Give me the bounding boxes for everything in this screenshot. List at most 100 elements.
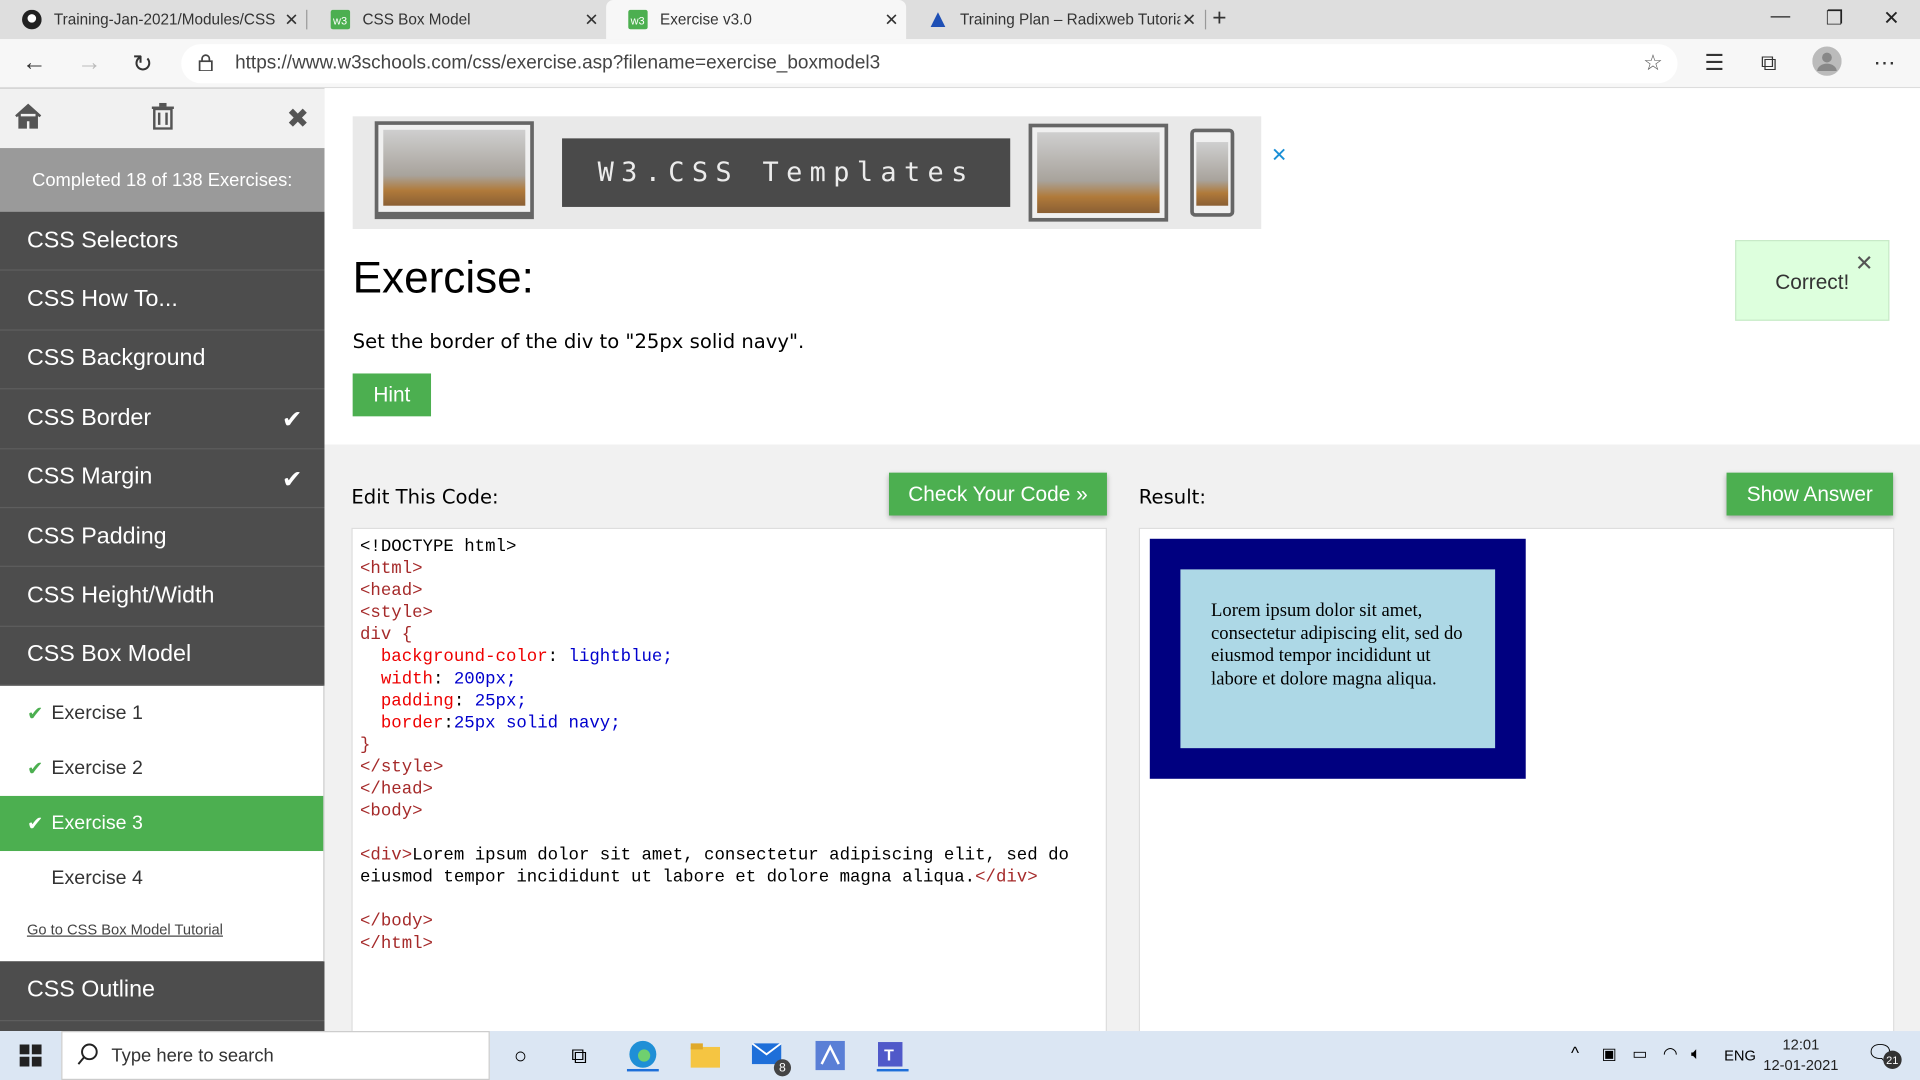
- chevron-up-icon[interactable]: ^: [1571, 1043, 1579, 1063]
- exercise-sidebar: ✖ Completed 18 of 138 Exercises: CSS Sel…: [0, 88, 325, 1032]
- file-explorer-icon[interactable]: [689, 1040, 721, 1072]
- sidebar-item-css-background[interactable]: CSS Background: [0, 330, 325, 390]
- close-icon[interactable]: ✕: [584, 10, 598, 31]
- tab-title: Training Plan – Radixweb Tutoria: [960, 11, 1181, 29]
- exercise-4-link[interactable]: Exercise 4: [0, 851, 323, 906]
- exercise-label: Exercise 2: [51, 757, 143, 779]
- code-line: eiusmod tempor incididunt ut labore et d…: [360, 868, 1038, 888]
- close-icon[interactable]: ✕: [1855, 251, 1873, 277]
- sidebar-item-css-margin[interactable]: CSS Margin ✔: [0, 449, 325, 509]
- feedback-text: Correct!: [1775, 270, 1850, 294]
- browser-tab-bar: Training-Jan-2021/Modules/CSS ✕ w3 CSS B…: [0, 0, 1920, 40]
- close-icon[interactable]: ✖: [287, 103, 310, 135]
- azure-devops-icon[interactable]: [814, 1040, 846, 1072]
- checkmark-icon: ✔: [26, 758, 44, 780]
- phone-image: [1190, 128, 1235, 217]
- windows-start-icon[interactable]: [15, 1040, 47, 1072]
- tab-title: Training-Jan-2021/Modules/CSS: [53, 11, 276, 29]
- result-frame: Lorem ipsum dolor sit amet, consectetur …: [1138, 527, 1895, 1043]
- tab-title: CSS Box Model: [362, 11, 471, 29]
- language-indicator[interactable]: ENG: [1724, 1047, 1756, 1064]
- clock[interactable]: 12:01 12-01-2021: [1763, 1035, 1838, 1077]
- back-arrow-icon[interactable]: ←: [22, 49, 46, 77]
- wifi-icon[interactable]: ◠: [1663, 1043, 1678, 1064]
- code-line: </head>: [360, 780, 433, 800]
- device-icon[interactable]: ▣: [1602, 1044, 1617, 1064]
- close-icon[interactable]: ✕: [284, 10, 298, 31]
- exercise-2-link[interactable]: ✔ Exercise 2: [0, 741, 323, 796]
- sidebar-item-css-height-width[interactable]: CSS Height/Width: [0, 567, 325, 627]
- forward-arrow-icon[interactable]: →: [77, 49, 101, 77]
- volume-icon[interactable]: 🔈︎: [1691, 1043, 1701, 1064]
- code-line: </style>: [360, 757, 444, 778]
- svg-text:T: T: [884, 1047, 894, 1064]
- code-line: }: [360, 735, 371, 756]
- code-line: <html>: [360, 559, 423, 580]
- tab-separator: [306, 9, 308, 30]
- mail-icon[interactable]: 8: [751, 1040, 792, 1077]
- close-icon[interactable]: ✕: [884, 10, 898, 31]
- search-icon: [77, 1043, 99, 1071]
- cortana-icon[interactable]: ○: [504, 1040, 536, 1072]
- battery-icon[interactable]: ▭: [1632, 1044, 1647, 1064]
- result-div-text: Lorem ipsum dolor sit amet, consectetur …: [1180, 569, 1496, 749]
- result-div-border: Lorem ipsum dolor sit amet, consectetur …: [1149, 538, 1526, 779]
- teams-icon[interactable]: T: [876, 1040, 909, 1072]
- laptop-image: [374, 121, 534, 220]
- sidebar-item-css-box-model[interactable]: CSS Box Model: [0, 627, 325, 686]
- new-tab-plus-icon[interactable]: +: [1212, 5, 1226, 33]
- sidebar-item-css-selectors[interactable]: CSS Selectors: [0, 212, 325, 272]
- sidebar-item-css-padding[interactable]: CSS Padding: [0, 508, 325, 568]
- trash-icon[interactable]: [151, 102, 175, 137]
- code-line: </html>: [360, 934, 433, 954]
- code-line: <div>Lorem ipsum dolor sit amet, consect…: [360, 846, 1069, 866]
- advertisement-banner[interactable]: W3.CSS Templates ✕: [352, 116, 1287, 229]
- collections-icon[interactable]: ⧉: [1761, 50, 1777, 76]
- taskbar-search-input[interactable]: Type here to search: [61, 1031, 490, 1080]
- exercise-label: Exercise 1: [51, 702, 143, 724]
- tablet-image: [1028, 123, 1169, 222]
- check-code-button[interactable]: Check Your Code »: [888, 472, 1107, 516]
- edge-icon[interactable]: [626, 1040, 659, 1072]
- tab-exercise[interactable]: w3 Exercise v3.0 ✕: [606, 0, 907, 40]
- show-answer-button[interactable]: Show Answer: [1726, 472, 1894, 516]
- tab-training-plan[interactable]: Training Plan – Radixweb Tutoria ✕: [906, 0, 1204, 39]
- favorites-list-icon[interactable]: ☰: [1705, 50, 1725, 76]
- exercise-3-link[interactable]: ✔ Exercise 3: [0, 796, 324, 852]
- restore-icon[interactable]: ❐: [1826, 6, 1844, 30]
- tab-css-box-model[interactable]: w3 CSS Box Model ✕: [309, 0, 607, 39]
- more-menu-icon[interactable]: ⋯: [1873, 50, 1895, 76]
- sidebar-item-label: CSS Selectors: [26, 227, 179, 254]
- profile-avatar-icon[interactable]: [1812, 46, 1842, 83]
- code-line: <body>: [360, 802, 423, 822]
- hint-button[interactable]: Hint: [352, 373, 432, 417]
- close-icon[interactable]: ✕: [1182, 10, 1196, 31]
- home-icon[interactable]: [13, 103, 42, 137]
- code-line: <!DOCTYPE html>: [360, 537, 517, 558]
- tutorial-link[interactable]: Go to CSS Box Model Tutorial: [0, 906, 323, 961]
- tab-github[interactable]: Training-Jan-2021/Modules/CSS ✕: [0, 0, 306, 39]
- url-bar[interactable]: https://www.w3schools.com/css/exercise.a…: [181, 44, 1678, 84]
- w3schools-icon: w3: [330, 9, 351, 30]
- notification-icon[interactable]: 🗨︎ 21: [1866, 1041, 1902, 1069]
- code-editor[interactable]: <!DOCTYPE html> <html> <head> <style> div { …: [351, 527, 1107, 1043]
- github-icon: [22, 9, 42, 30]
- sidebar-item-css-how-to[interactable]: CSS How To...: [0, 271, 325, 331]
- close-window-icon[interactable]: ✕: [1883, 6, 1899, 30]
- sidebar-item-label: CSS Height/Width: [26, 582, 215, 609]
- task-view-icon[interactable]: ⧉: [563, 1040, 595, 1072]
- exercise-description: Set the border of the div to "25px solid…: [352, 329, 805, 353]
- exercise-1-link[interactable]: ✔ Exercise 1: [0, 686, 323, 741]
- sidebar-item-label: CSS Border: [26, 405, 152, 431]
- sidebar-item-css-outline[interactable]: CSS Outline: [0, 961, 325, 1021]
- url-text: https://www.w3schools.com/css/exercise.a…: [235, 52, 881, 74]
- favorite-star-icon[interactable]: ☆: [1643, 50, 1663, 76]
- refresh-icon[interactable]: ↻: [132, 49, 153, 80]
- minimize-icon[interactable]: —: [1771, 6, 1791, 28]
- sidebar-item-css-border[interactable]: CSS Border ✔: [0, 390, 325, 449]
- svg-text:w3: w3: [630, 15, 645, 27]
- code-line: background-color: lightblue;: [380, 647, 673, 668]
- ad-close-icon[interactable]: ✕: [1271, 143, 1287, 167]
- code-line: border:25px solid navy;: [380, 713, 621, 734]
